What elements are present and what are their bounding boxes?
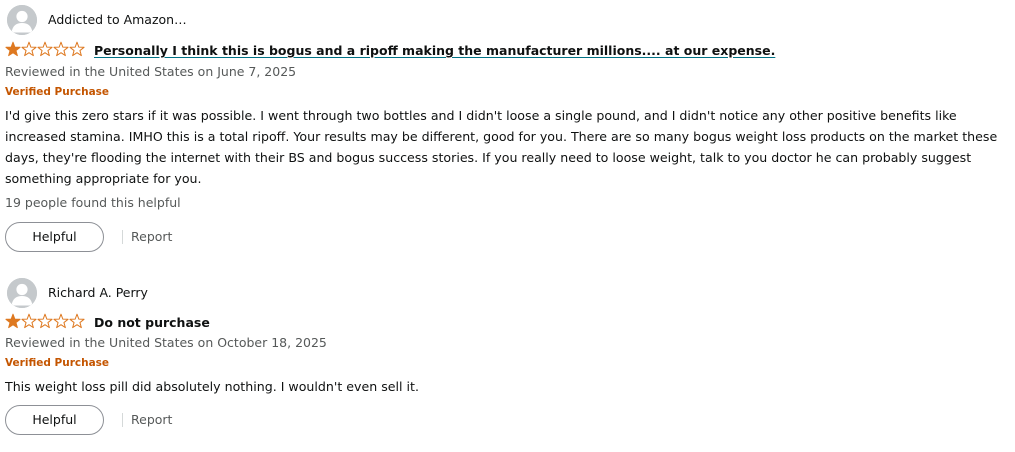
review-date: Reviewed in the United States on June 7,… <box>5 64 297 79</box>
user-avatar-icon <box>7 278 37 308</box>
verified-purchase-badge: Verified Purchase <box>5 357 110 369</box>
star-rating-icon[interactable] <box>5 313 87 331</box>
reviewer-profile[interactable]: Addicted to Amazon… <box>5 4 605 36</box>
empty-star-icon <box>69 41 85 57</box>
empty-star-icon <box>53 313 69 329</box>
reviewer-name[interactable]: Richard A. Perry <box>48 285 148 301</box>
review-body: This weight loss pill did absolutely not… <box>5 379 419 394</box>
review-date: Reviewed in the United States on October… <box>5 335 327 350</box>
reviewer-profile[interactable]: Richard A. Perry <box>5 277 605 309</box>
helpful-button[interactable]: Helpful <box>5 222 104 252</box>
empty-star-icon <box>21 41 37 57</box>
empty-star-icon <box>69 313 85 329</box>
star-rating-icon[interactable] <box>5 41 87 59</box>
report-link[interactable]: Report <box>131 411 172 428</box>
helpful-count: 19 people found this helpful <box>5 195 181 210</box>
helpful-button[interactable]: Helpful <box>5 405 104 435</box>
user-avatar-icon <box>7 5 37 35</box>
review-title: Do not purchase <box>94 315 210 330</box>
divider <box>122 230 123 244</box>
empty-star-icon <box>37 313 53 329</box>
empty-star-icon <box>37 41 53 57</box>
report-link[interactable]: Report <box>131 228 172 245</box>
empty-star-icon <box>53 41 69 57</box>
filled-star-icon <box>5 313 21 329</box>
empty-star-icon <box>21 313 37 329</box>
divider <box>122 413 123 427</box>
reviewer-name[interactable]: Addicted to Amazon… <box>48 12 187 28</box>
review-body: I'd give this zero stars if it was possi… <box>5 108 998 186</box>
filled-star-icon <box>5 41 21 57</box>
verified-purchase-badge: Verified Purchase <box>5 86 110 98</box>
review-title-link[interactable]: Personally I think this is bogus and a r… <box>94 42 775 59</box>
